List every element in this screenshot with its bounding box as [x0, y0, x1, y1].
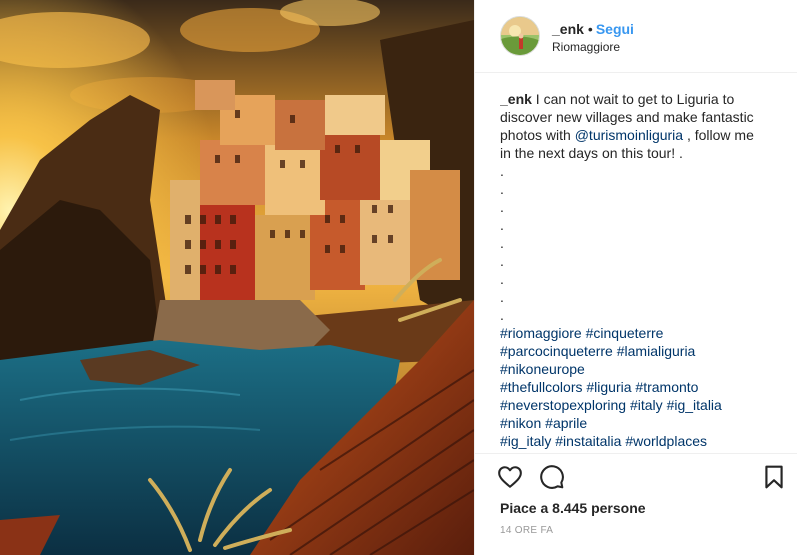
like-button[interactable]	[497, 464, 523, 490]
caption-dot: .	[500, 163, 504, 179]
caption-dot: .	[500, 253, 504, 269]
hashtag-link[interactable]: #tramonto	[635, 379, 698, 395]
hashtag-link[interactable]: #ig_italy	[500, 433, 551, 449]
avatar[interactable]	[500, 16, 540, 56]
save-button[interactable]	[761, 464, 787, 490]
caption-line-3b: , follow me	[683, 127, 754, 143]
heart-icon	[498, 466, 522, 488]
hashtag-line: #neverstopexploring #italy #ig_italia	[500, 396, 780, 414]
riomaggiore-photo	[0, 0, 474, 555]
caption-line-3a: photos with	[500, 127, 575, 143]
avatar-image	[501, 17, 539, 55]
caption-dot: .	[500, 181, 504, 197]
caption-dot: .	[500, 199, 504, 215]
hashtag-link[interactable]: #lamialiguria	[617, 343, 696, 359]
hashtag-link[interactable]: #nikon	[500, 415, 541, 431]
instagram-post: _enk • Segui Riomaggiore _enk I can not wa…	[0, 0, 797, 555]
hashtag-link[interactable]: #neverstopexploring	[500, 397, 626, 413]
hashtag-line: #ig_italy #instaitalia #worldplaces	[500, 432, 780, 450]
comment-button[interactable]	[539, 464, 565, 490]
caption-dot: .	[500, 289, 504, 305]
hashtag-link[interactable]: #nikoneurope	[500, 361, 585, 377]
post-header: _enk • Segui Riomaggiore	[475, 0, 797, 73]
likes-count[interactable]: Piace a 8.445 persone	[500, 500, 646, 516]
post-photo[interactable]	[0, 0, 474, 555]
hashtag-link[interactable]: #cinqueterre	[586, 325, 664, 341]
hashtag-link[interactable]: #instaitalia	[555, 433, 621, 449]
caption-dot: .	[500, 217, 504, 233]
bookmark-icon	[765, 465, 783, 489]
hashtag-link[interactable]: #ig_italia	[667, 397, 722, 413]
hashtag-line: #nikoneurope	[500, 360, 780, 378]
hashtag-link[interactable]: #parcocinqueterre	[500, 343, 613, 359]
hashtag-link[interactable]: #aprile	[545, 415, 587, 431]
caption-dot: .	[500, 271, 504, 287]
comment-icon	[540, 465, 564, 489]
hashtag-list: #riomaggiore #cinqueterre #parcocinquete…	[500, 324, 780, 450]
post-actions: Piace a 8.445 persone 14 ORE FA	[475, 453, 797, 555]
caption-line-1: I can not wait to get to Liguria to	[531, 91, 735, 107]
caption-dots: . . . . . . . . .	[500, 162, 780, 324]
caption-area[interactable]: _enk I can not wait to get to Liguria to…	[500, 90, 780, 452]
caption-line-2: discover new villages and make fantastic	[500, 109, 754, 125]
header-line: _enk • Segui	[552, 21, 634, 37]
caption-username[interactable]: _enk	[500, 91, 532, 107]
post-timestamp: 14 ORE FA	[500, 525, 554, 536]
caption-dot: .	[500, 235, 504, 251]
caption-line-4: in the next days on this tour! .	[500, 145, 683, 161]
mention-link[interactable]: @turismoinliguria	[575, 127, 683, 143]
post-side-panel: _enk • Segui Riomaggiore _enk I can not wa…	[474, 0, 797, 555]
location-link[interactable]: Riomaggiore	[552, 40, 620, 54]
hashtag-line: #parcocinqueterre #lamialiguria	[500, 342, 780, 360]
hashtag-line: #thefullcolors #liguria #tramonto	[500, 378, 780, 396]
caption-dot: .	[500, 307, 504, 323]
hashtag-link[interactable]: #thefullcolors	[500, 379, 583, 395]
follow-button[interactable]: Segui	[596, 21, 634, 37]
caption-text: _enk I can not wait to get to Liguria to…	[500, 90, 780, 162]
author-username[interactable]: _enk	[552, 21, 584, 37]
hashtag-link[interactable]: #worldplaces	[625, 433, 707, 449]
header-separator: •	[587, 21, 593, 37]
hashtag-link[interactable]: #liguria	[586, 379, 631, 395]
hashtag-link[interactable]: #riomaggiore	[500, 325, 582, 341]
hashtag-line: #nikon #aprile	[500, 414, 780, 432]
hashtag-link[interactable]: #italy	[630, 397, 663, 413]
hashtag-line: #riomaggiore #cinqueterre	[500, 324, 780, 342]
